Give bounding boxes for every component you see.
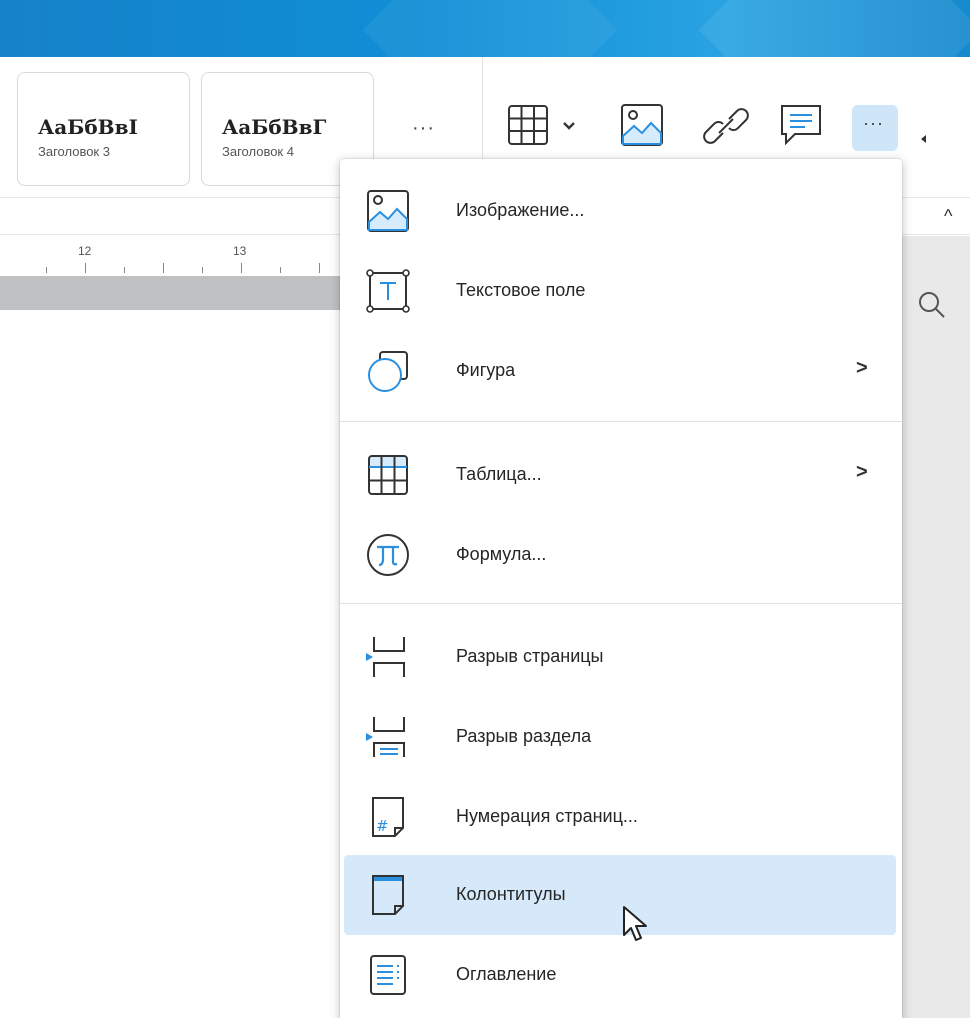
- ruler-label: 12: [78, 244, 92, 258]
- svg-text:#: #: [376, 817, 389, 835]
- ruler-tick: [319, 263, 320, 273]
- decorative-shape: [362, 0, 618, 57]
- menu-item-label: Нумерация страниц...: [456, 806, 638, 826]
- menu-item-label: Текстовое поле: [456, 280, 586, 300]
- menu-item-label: Колонтитулы: [456, 884, 566, 904]
- horizontal-ruler: 12 13: [0, 236, 340, 276]
- more-button[interactable]: ···: [852, 105, 898, 151]
- section-break-icon: [366, 717, 405, 757]
- menu-separator: [340, 421, 902, 422]
- submenu-arrow-icon: >: [856, 357, 868, 379]
- menu-item-text-box[interactable]: Текстовое поле: [344, 251, 896, 331]
- ruler-tick: [46, 267, 47, 273]
- ruler-tick: [124, 267, 125, 273]
- table-icon: [368, 455, 408, 495]
- table-of-contents-icon: [370, 955, 406, 995]
- link-icon[interactable]: [703, 103, 749, 149]
- menu-item-table[interactable]: Таблица... >: [344, 435, 896, 515]
- menu-item-section-break[interactable]: Разрыв раздела: [344, 697, 896, 777]
- header-footer-icon: [372, 875, 404, 915]
- menu-item-label: Изображение...: [456, 200, 585, 220]
- menu-separator: [340, 603, 902, 604]
- menu-item-table-of-contents[interactable]: Оглавление: [344, 935, 896, 1015]
- menu-item-label: Разрыв страницы: [456, 646, 604, 666]
- decorative-shape: [698, 0, 970, 57]
- menu-item-image[interactable]: Изображение...: [344, 171, 896, 251]
- formula-pi-icon: [367, 534, 409, 576]
- style-name: Заголовок 4: [222, 144, 294, 159]
- mouse-cursor-icon: [623, 906, 647, 941]
- ruler-tick: [85, 263, 86, 273]
- ruler-tick: [241, 263, 242, 273]
- style-name: Заголовок 3: [38, 144, 110, 159]
- right-side-panel: [900, 236, 970, 1018]
- menu-item-label: Оглавление: [456, 964, 557, 984]
- page-margin-band: [0, 276, 340, 310]
- menu-item-header-footer[interactable]: Колонтитулы: [344, 855, 896, 935]
- menu-item-formula[interactable]: Формула...: [344, 515, 896, 595]
- window-title-band: [0, 0, 970, 57]
- menu-item-page-break[interactable]: Разрыв страницы: [344, 617, 896, 697]
- table-icon[interactable]: [507, 103, 551, 147]
- style-sample: АаБбВвI: [38, 115, 138, 139]
- scroll-left-arrow-icon[interactable]: [921, 135, 926, 143]
- collapse-toolbar-icon[interactable]: ^: [944, 206, 952, 227]
- search-icon[interactable]: [917, 290, 947, 320]
- text-box-icon: [366, 269, 410, 313]
- image-icon[interactable]: [620, 103, 664, 147]
- page-numbering-icon: #: [372, 797, 404, 837]
- more-icon: ···: [863, 113, 884, 133]
- menu-item-label: Фигура: [456, 360, 516, 380]
- menu-item-label: Таблица...: [456, 464, 542, 484]
- menu-item-shape[interactable]: Фигура >: [344, 331, 896, 411]
- ruler-tick: [202, 267, 203, 273]
- ruler-tick: [163, 263, 164, 273]
- menu-item-label: Формула...: [456, 544, 547, 564]
- ruler-label: 13: [233, 244, 247, 258]
- styles-more-button[interactable]: ···: [412, 117, 435, 140]
- menu-item-page-numbering[interactable]: # Нумерация страниц...: [344, 777, 896, 857]
- style-sample: АаБбВвГ: [222, 115, 327, 139]
- insert-menu: Изображение... Текстовое поле Фигура > Т…: [340, 159, 902, 1018]
- image-icon: [367, 190, 409, 232]
- style-card-heading-3[interactable]: АаБбВвI Заголовок 3: [17, 72, 190, 186]
- menu-item-label: Разрыв раздела: [456, 726, 592, 746]
- shape-icon: [368, 351, 408, 392]
- comment-icon[interactable]: [779, 103, 823, 147]
- ruler-tick: [280, 267, 281, 273]
- chevron-down-icon[interactable]: [562, 121, 576, 131]
- page-break-icon: [366, 637, 405, 677]
- submenu-arrow-icon: >: [856, 461, 868, 483]
